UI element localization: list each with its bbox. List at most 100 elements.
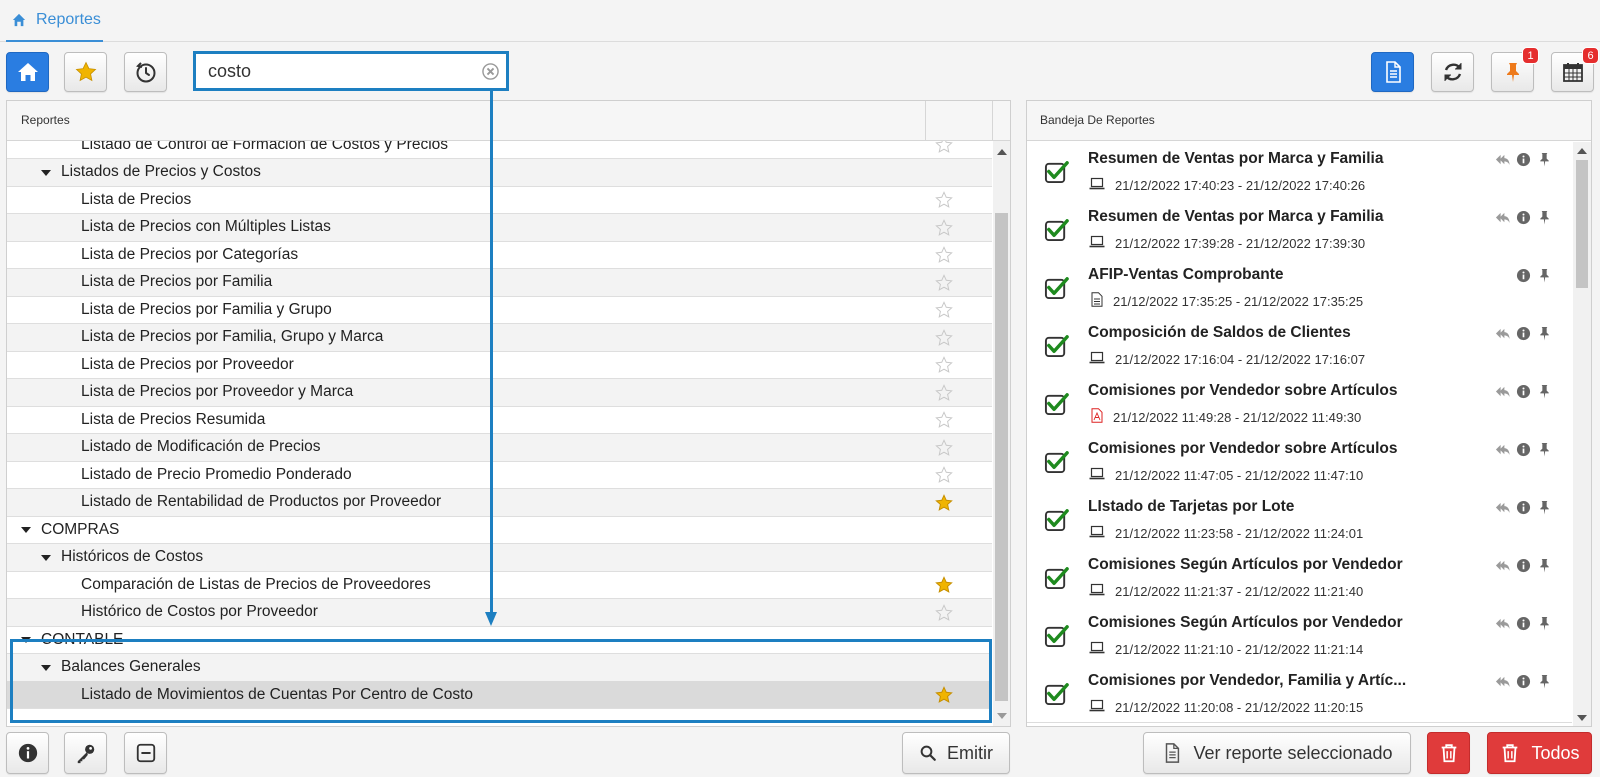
info-icon[interactable] [1516,674,1531,689]
favorites-button[interactable] [64,52,107,92]
caret-down-icon[interactable] [21,637,31,643]
report-tray-scrollbar[interactable] [1573,142,1591,726]
scroll-thumb[interactable] [995,213,1008,701]
info-button[interactable] [6,732,49,774]
favorite-star-empty-icon[interactable] [935,411,953,429]
info-icon[interactable] [1516,152,1531,167]
favorite-star-empty-icon[interactable] [935,328,953,347]
reply-all-icon[interactable] [1495,500,1510,515]
tree-report-row[interactable]: Listado de Modificación de Precios [7,433,992,462]
tree-report-row[interactable]: Lista de Precios por Familia, Grupo y Ma… [7,323,992,352]
checkbox-checked-icon[interactable] [1044,275,1069,300]
pin-icon[interactable] [1537,210,1552,225]
search-input[interactable] [196,54,476,88]
report-tray-item[interactable]: Comisiones Según Artículos por Vendedor 2… [1027,548,1572,607]
info-icon[interactable] [1516,558,1531,573]
emitir-button[interactable]: Emitir [902,732,1010,774]
favorite-star-empty-icon[interactable] [935,438,953,457]
favorite-star-empty-icon[interactable] [935,301,953,319]
pin-icon[interactable] [1537,558,1552,573]
tree-report-row[interactable]: Lista de Precios por Proveedor y Marca [7,378,992,407]
reports-tree-scrollbar[interactable] [993,141,1010,726]
favorite-star-empty-icon[interactable] [935,246,953,264]
caret-down-icon[interactable] [41,169,51,176]
report-tray-item[interactable]: Composición de Saldos de Clientes 21/12/2… [1027,316,1572,375]
favorite-star-empty-icon[interactable] [935,218,953,237]
report-tray-item[interactable]: Comisiones por Vendedor, Familia y Artíc… [1027,664,1572,723]
tree-report-row[interactable]: Lista de Precios con Múltiples Listas [7,213,992,242]
checkbox-checked-icon[interactable] [1044,333,1069,358]
pin-icon[interactable] [1537,674,1552,689]
view-selected-report-button[interactable]: Ver reporte seleccionado [1143,732,1411,774]
pin-icon[interactable] [1537,442,1552,457]
favorite-star-empty-icon[interactable] [935,356,953,374]
checkbox-checked-icon[interactable] [1044,159,1069,184]
key-button[interactable] [64,732,107,774]
favorite-star-empty-icon[interactable] [935,603,953,622]
tab-reportes[interactable]: Reportes [6,0,103,42]
tree-report-row[interactable]: Histórico de Costos por Proveedor [7,598,992,627]
scroll-up-arrow[interactable] [1577,148,1587,154]
history-button[interactable] [124,52,167,92]
checkbox-checked-icon[interactable] [1044,217,1069,242]
clear-search-icon[interactable] [482,63,499,80]
pin-icon[interactable] [1537,326,1552,341]
tree-report-row[interactable]: Listado de Precio Promedio Ponderado [7,461,992,489]
calendar-button[interactable]: 6 [1551,47,1599,92]
checkbox-checked-icon[interactable] [1044,565,1069,590]
checkbox-checked-icon[interactable] [1044,391,1069,416]
favorite-star-filled-icon[interactable] [935,576,953,594]
scroll-thumb[interactable] [1576,160,1588,288]
info-icon[interactable] [1516,326,1531,341]
tree-report-row[interactable]: Lista de Precios por Familia [7,268,992,297]
tree-group-row[interactable]: Balances Generales [7,653,992,682]
pin-icon[interactable] [1537,500,1552,515]
tree-report-row[interactable]: Comparación de Listas de Precios de Prov… [7,571,992,599]
report-tray-item[interactable]: Resumen de Ventas por Marca y Familia 21/… [1027,142,1572,201]
report-view-button[interactable] [1371,52,1414,92]
tree-group-row[interactable]: Históricos de Costos [7,543,992,572]
report-tray-item[interactable]: Comisiones Según Artículos por Vendedor 2… [1027,606,1572,665]
reply-all-icon[interactable] [1495,674,1510,689]
delete-all-button[interactable]: Todos [1487,732,1592,774]
tree-report-row[interactable]: Lista de Precios por Familia y Grupo [7,296,992,324]
tree-group-row[interactable]: COMPRAS [7,516,992,544]
tree-group-row[interactable]: CONTABLE [7,626,992,654]
report-tray-item[interactable]: AFIP-Ventas Comprobante 21/12/2022 17:35:… [1027,258,1572,317]
checkbox-checked-icon[interactable] [1044,449,1069,474]
scroll-down-arrow[interactable] [997,713,1007,719]
pin-icon[interactable] [1537,616,1552,631]
reply-all-icon[interactable] [1495,616,1510,631]
tree-report-row[interactable]: Lista de Precios por Proveedor [7,351,992,379]
pin-icon[interactable] [1537,268,1552,283]
favorite-star-empty-icon[interactable] [935,191,953,209]
favorite-star-filled-icon[interactable] [935,493,953,512]
tree-report-row[interactable]: Lista de Precios [7,186,992,214]
checkbox-checked-icon[interactable] [1044,623,1069,648]
favorite-star-empty-icon[interactable] [935,273,953,292]
favorite-star-filled-icon[interactable] [935,686,953,704]
scroll-up-arrow[interactable] [997,149,1007,155]
tree-report-row[interactable]: Lista de Precios Resumida [7,406,992,434]
info-icon[interactable] [1516,268,1531,283]
caret-down-icon[interactable] [41,664,51,671]
report-tray-item[interactable]: Comisiones por Vendedor sobre Artículos 2… [1027,432,1572,491]
info-icon[interactable] [1516,442,1531,457]
checkbox-checked-icon[interactable] [1044,681,1069,706]
info-icon[interactable] [1516,210,1531,225]
reply-all-icon[interactable] [1495,152,1510,167]
collapse-all-button[interactable] [124,732,167,774]
report-tray-item[interactable]: Resumen de Ventas por Marca y Familia 21/… [1027,200,1572,259]
favorite-star-empty-icon[interactable] [935,141,953,154]
tree-report-row[interactable]: Listado de Movimientos de Cuentas Por Ce… [7,681,992,709]
delete-button[interactable] [1427,732,1470,774]
caret-down-icon[interactable] [41,554,51,561]
tree-report-row[interactable]: Lista de Precios por Categorías [7,241,992,269]
reply-all-icon[interactable] [1495,558,1510,573]
tree-report-row[interactable]: Listado de Rentabilidad de Productos por… [7,488,992,517]
favorite-star-empty-icon[interactable] [935,383,953,402]
scroll-down-arrow[interactable] [1577,715,1587,721]
tree-group-row[interactable]: Listados de Precios y Costos [7,158,992,187]
refresh-button[interactable] [1431,52,1474,92]
home-button[interactable] [6,52,49,92]
